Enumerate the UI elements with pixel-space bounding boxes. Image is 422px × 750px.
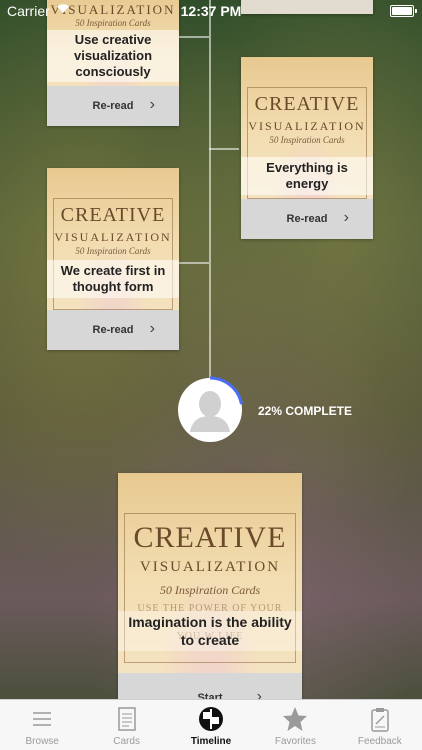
current-card[interactable]: CREATIVE VISUALIZATION 50 Inspiration Ca…	[118, 473, 302, 723]
card-brand-subtitle: VISUALIZATION	[248, 119, 366, 133]
chevron-right-icon: ›	[149, 320, 155, 337]
tab-label: Favorites	[274, 736, 316, 747]
chevron-right-icon: ›	[149, 96, 155, 113]
list-icon	[29, 706, 55, 732]
reread-button[interactable]: Re-read ›	[241, 199, 373, 239]
card-brand-title: CREATIVE	[60, 204, 166, 226]
card-caption: We create first in thought form	[47, 260, 179, 298]
tab-label: Browse	[25, 736, 59, 747]
tab-timeline[interactable]: Timeline	[169, 700, 253, 750]
tab-label: Feedback	[357, 736, 402, 747]
tab-browse[interactable]: Browse	[0, 700, 84, 750]
timeline-branch	[179, 36, 209, 38]
card-brand-tagline: 50 Inspiration Cards	[159, 583, 261, 597]
clipboard-icon	[367, 706, 393, 732]
progress-label: 22% COMPLETE	[258, 404, 353, 418]
timeline-branch	[209, 148, 239, 150]
reread-label: Re-read	[92, 100, 134, 112]
document-icon	[114, 706, 140, 732]
card-caption: Use creative visualization consciously	[47, 30, 179, 82]
card-brand-title: CREATIVE	[133, 521, 287, 554]
card-brand-subtitle: VISUALIZATION	[54, 230, 172, 244]
tab-favorites[interactable]: Favorites	[253, 700, 337, 750]
card-caption: Imagination is the ability to create	[118, 611, 302, 651]
reread-button[interactable]: Re-read ›	[47, 86, 179, 126]
card-brand-title: CREATIVE	[254, 93, 360, 115]
timeline-card[interactable]: CREATIVE VISUALIZATION 50 Inspiration Ca…	[47, 168, 179, 350]
star-icon	[282, 706, 308, 732]
timeline-icon	[198, 706, 224, 732]
reread-label: Re-read	[286, 213, 328, 225]
battery-icon	[390, 5, 417, 17]
tab-bar: Browse Cards Timeline Favorites Feedback	[0, 699, 422, 750]
timeline-branch	[179, 262, 209, 264]
tab-label: Timeline	[190, 736, 232, 747]
card-caption: Everything is energy	[241, 157, 373, 195]
tab-feedback[interactable]: Feedback	[338, 700, 422, 750]
tab-cards[interactable]: Cards	[84, 700, 168, 750]
tab-label: Cards	[113, 736, 140, 747]
timeline-line	[209, 0, 211, 380]
card-brand-tagline: 50 Inspiration Cards	[269, 135, 345, 145]
clock: 12:37 PM	[180, 3, 242, 19]
reread-button[interactable]: Re-read ›	[47, 310, 179, 350]
card-brand-subtitle: VISUALIZATION	[139, 559, 281, 575]
reread-label: Re-read	[92, 324, 134, 336]
timeline-card[interactable]: CREATIVE VISUALIZATION 50 Inspiration Ca…	[241, 57, 373, 239]
card-brand-tagline: 50 Inspiration Cards	[75, 246, 151, 256]
progress-avatar	[176, 376, 244, 444]
status-bar: Carrier 12:37 PM	[0, 0, 422, 22]
chevron-right-icon: ›	[343, 209, 349, 226]
